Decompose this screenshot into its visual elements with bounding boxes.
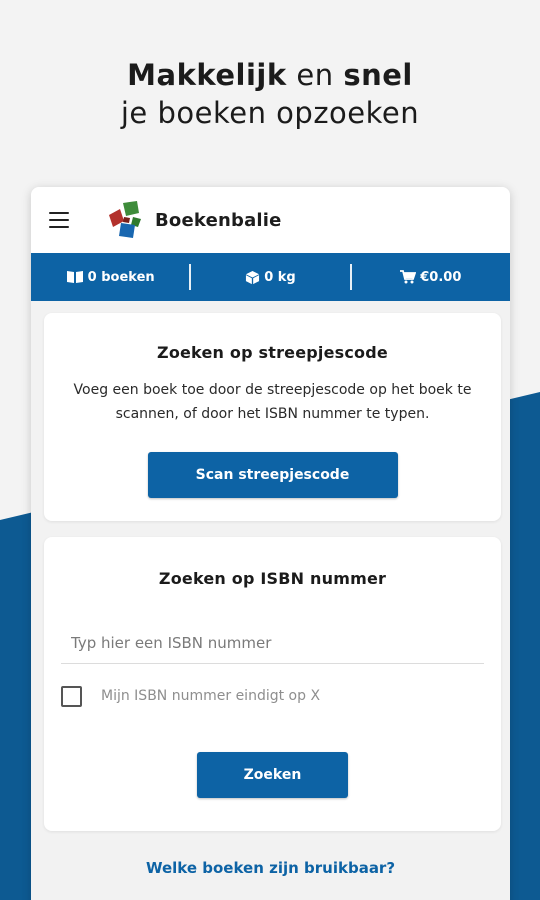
divider bbox=[189, 264, 192, 290]
promo-line-2: je boeken opzoeken bbox=[120, 96, 420, 130]
divider bbox=[349, 264, 352, 290]
promo-heading: Makkelijk en snel je boeken opzoeken bbox=[0, 56, 540, 132]
app-screen: Boekenbalie 0 boeken 0 kg €0.00 Zoeken o… bbox=[31, 187, 510, 900]
isbn-x-checkbox[interactable] bbox=[61, 685, 82, 707]
book-count: 0 boeken bbox=[31, 270, 189, 285]
app-title: Boekenbalie bbox=[155, 209, 282, 231]
promo-bold-1: Makkelijk bbox=[127, 58, 287, 92]
promo-line-1: Makkelijk en snel bbox=[0, 56, 540, 94]
barcode-card-title: Zoeken op streepjescode bbox=[157, 343, 388, 362]
boekenbalie-logo bbox=[109, 201, 141, 238]
isbn-x-checkbox-label[interactable]: Mijn ISBN nummer eindigt op X bbox=[101, 688, 320, 704]
scan-barcode-button[interactable]: Scan streepjescode bbox=[147, 452, 398, 498]
hamburger-menu-icon[interactable] bbox=[49, 212, 69, 228]
promo-bold-2: snel bbox=[343, 58, 413, 92]
isbn-x-checkbox-row: Mijn ISBN nummer eindigt op X bbox=[61, 684, 501, 708]
cart-total[interactable]: €0.00 bbox=[352, 270, 510, 285]
status-bar: 0 boeken 0 kg €0.00 bbox=[31, 253, 510, 301]
usable-books-link[interactable]: Welke boeken zijn bruikbaar? bbox=[31, 859, 510, 877]
weight-label: 0 kg bbox=[264, 269, 296, 285]
isbn-card-title: Zoeken op ISBN nummer bbox=[158, 569, 387, 588]
book-icon bbox=[66, 271, 83, 283]
promo-middle: en bbox=[296, 58, 334, 92]
book-count-label: 0 boeken bbox=[87, 269, 155, 285]
isbn-search-card: Zoeken op ISBN nummer Mijn ISBN nummer e… bbox=[44, 537, 501, 831]
package-icon bbox=[246, 270, 260, 284]
cart-total-label: €0.00 bbox=[420, 269, 462, 285]
isbn-input[interactable] bbox=[61, 622, 484, 664]
weight: 0 kg bbox=[191, 270, 349, 285]
app-bar: Boekenbalie bbox=[31, 187, 510, 253]
barcode-search-card: Zoeken op streepjescode Voeg een boek to… bbox=[44, 313, 501, 521]
search-button[interactable]: Zoeken bbox=[197, 752, 348, 798]
cart-icon bbox=[400, 270, 417, 284]
barcode-card-description: Voeg een boek toe door de streepjescode … bbox=[73, 382, 472, 422]
